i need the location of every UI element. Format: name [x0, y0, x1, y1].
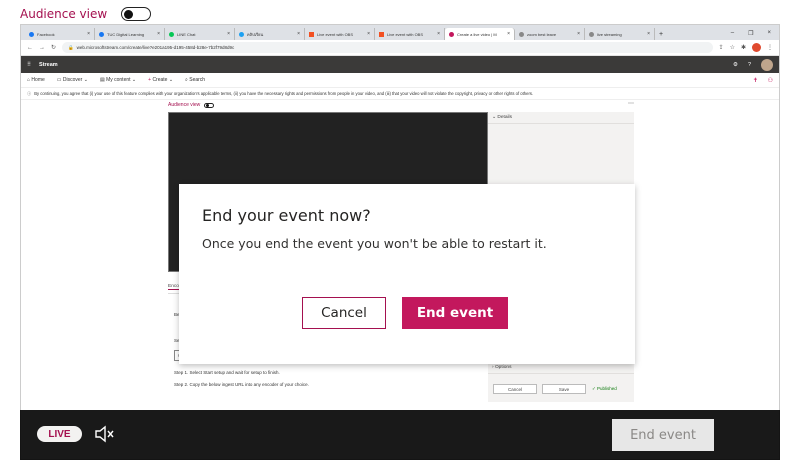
browser-tab[interactable]: คลิปเรียน × — [235, 28, 305, 40]
stream-nav: ⌂ Home ▭ Discover ⌄ ▤ My content ⌄ + Cre… — [21, 73, 779, 88]
audience-view-control: Audience view — [20, 6, 152, 22]
tab-label: Create a live video | M — [457, 31, 497, 37]
nav-right-icons: ✝ ⚇ — [753, 77, 773, 84]
url-field[interactable]: 🔒 web.microsoftstream.com/create/live?e20… — [62, 42, 713, 53]
browser-tab[interactable]: TUC Digital Learning × — [95, 28, 165, 40]
toggle-knob — [124, 9, 134, 19]
tab-label: zoom best leave — [527, 31, 557, 37]
tab-label: LINE Chat — [177, 31, 196, 37]
tab-icon — [99, 31, 104, 37]
close-icon[interactable]: × — [227, 31, 230, 37]
microsoft-icon — [379, 31, 384, 37]
browser-tab[interactable]: Facebook × — [25, 28, 95, 40]
live-badge: LIVE — [37, 426, 82, 442]
tab-label: TUC Digital Learning — [107, 31, 145, 37]
nav-create[interactable]: + Create ⌄ — [148, 77, 173, 83]
pin-icon[interactable]: ✝ — [753, 78, 758, 84]
nav-discover[interactable]: ▭ Discover ⌄ — [57, 77, 88, 83]
audience-view-label: Audience view — [20, 7, 108, 21]
close-icon[interactable]: × — [437, 31, 440, 37]
facebook-icon — [29, 31, 34, 37]
twitter-icon — [239, 31, 244, 37]
star-icon[interactable]: ☆ — [730, 44, 735, 51]
end-event-dialog: End your event now? Once you end the eve… — [179, 184, 635, 364]
browser-tab[interactable]: Live event with OBS × — [375, 28, 445, 40]
share-icon[interactable]: ⇪ — [719, 44, 724, 51]
browser-tab[interactable]: LINE Chat × — [165, 28, 235, 40]
details-row[interactable]: ⌄ Details — [488, 112, 634, 124]
end-event-button[interactable]: End event — [402, 297, 508, 329]
avatar[interactable] — [761, 58, 773, 71]
app-root: Audience view Facebook × TUC Digital Lear… — [0, 0, 800, 468]
close-icon[interactable]: × — [297, 31, 300, 37]
nav-my-content[interactable]: ▤ My content ⌄ — [100, 77, 136, 83]
end-event-bar-button[interactable]: End event — [612, 419, 714, 451]
more-icon[interactable]: ⋯ — [628, 100, 634, 107]
close-icon[interactable]: × — [157, 31, 160, 37]
browser-tab[interactable]: zoom best leave × — [515, 28, 585, 40]
tab-label: คลิปเรียน — [247, 31, 264, 37]
settings-icon[interactable]: ⚙ — [733, 62, 738, 68]
close-icon[interactable]: × — [87, 31, 90, 37]
shared-screen: Facebook × TUC Digital Learning × LINE Cha… — [20, 24, 780, 460]
browser-tab-strip: Facebook × TUC Digital Learning × LINE Cha… — [21, 25, 779, 40]
line-icon — [169, 31, 174, 37]
microsoft-icon — [309, 31, 314, 37]
published-status: ✓ Published — [592, 386, 617, 391]
app-launcher-icon[interactable]: ⠿ — [27, 62, 31, 68]
nav-search[interactable]: ⌕ Search — [185, 77, 205, 83]
tab-label: Live event with OBS — [387, 31, 424, 37]
terms-notice: ⓘ By continuing, you agree that (i) your… — [21, 88, 779, 100]
url-text: web.microsoftstream.com/create/live?e201… — [76, 45, 235, 50]
audience-view-toggle[interactable] — [121, 7, 152, 21]
stream-icon — [449, 31, 454, 37]
dialog-message: Once you end the event you won't be able… — [202, 236, 547, 251]
step2-text: Step 2. Copy the below ingest URL into a… — [174, 382, 309, 387]
close-icon[interactable]: × — [577, 31, 580, 37]
tab-label: Live event with OBS — [317, 31, 354, 37]
nested-save-button[interactable]: Save — [542, 384, 586, 394]
address-bar: ← → ↻ 🔒 web.microsoftstream.com/create/li… — [21, 40, 779, 56]
browser-tab[interactable]: Live event with OBS × — [305, 28, 375, 40]
lock-icon: 🔒 — [68, 44, 74, 50]
people-icon[interactable]: ⚇ — [768, 78, 773, 84]
window-controls: – ❐ × — [723, 30, 779, 40]
nested-audience-label: Audience view — [168, 102, 201, 108]
close-icon[interactable]: × — [647, 31, 650, 37]
stream-title: Stream — [39, 61, 58, 68]
help-icon[interactable]: ? — [748, 62, 751, 68]
step1-text: Step 1. Select Start setup and wait for … — [174, 370, 280, 375]
info-icon: ⓘ — [27, 90, 32, 96]
extensions-icon[interactable]: ✱ — [741, 44, 746, 51]
nested-audience-view: Audience view — [168, 102, 215, 108]
cancel-button[interactable]: Cancel — [302, 297, 386, 329]
nested-toggle[interactable] — [204, 102, 215, 108]
forward-icon[interactable]: → — [39, 45, 45, 51]
close-icon[interactable]: × — [507, 31, 510, 37]
page-content: Audience view ⋯ ⌄ Details › Permissions … — [21, 100, 779, 459]
minimize-icon[interactable]: – — [731, 30, 734, 37]
tab-label: live streaming — [597, 31, 622, 37]
google-icon — [589, 31, 594, 37]
muted-speaker-icon[interactable] — [94, 425, 116, 443]
close-window-icon[interactable]: × — [767, 30, 771, 37]
restore-icon[interactable]: ❐ — [748, 30, 753, 37]
browser-tab-active[interactable]: Create a live video | M × — [445, 28, 515, 40]
stream-header: ⠿ Stream ⚙ ? — [21, 56, 779, 73]
nav-home[interactable]: ⌂ Home — [27, 77, 45, 83]
menu-icon[interactable]: ⋮ — [767, 44, 773, 51]
notice-text: By continuing, you agree that (i) your u… — [34, 91, 534, 96]
close-icon[interactable]: × — [367, 31, 370, 37]
profile-icon[interactable] — [752, 43, 761, 52]
browser-tab[interactable]: live streaming × — [585, 28, 655, 40]
new-tab-icon[interactable]: + — [655, 31, 667, 40]
tab-label: Facebook — [37, 31, 55, 37]
live-control-bar: LIVE End event — [20, 410, 780, 460]
google-icon — [519, 31, 524, 37]
dialog-title: End your event now? — [202, 206, 371, 225]
back-icon[interactable]: ← — [27, 45, 33, 51]
reload-icon[interactable]: ↻ — [51, 44, 56, 51]
nested-cancel-button[interactable]: Cancel — [493, 384, 537, 394]
